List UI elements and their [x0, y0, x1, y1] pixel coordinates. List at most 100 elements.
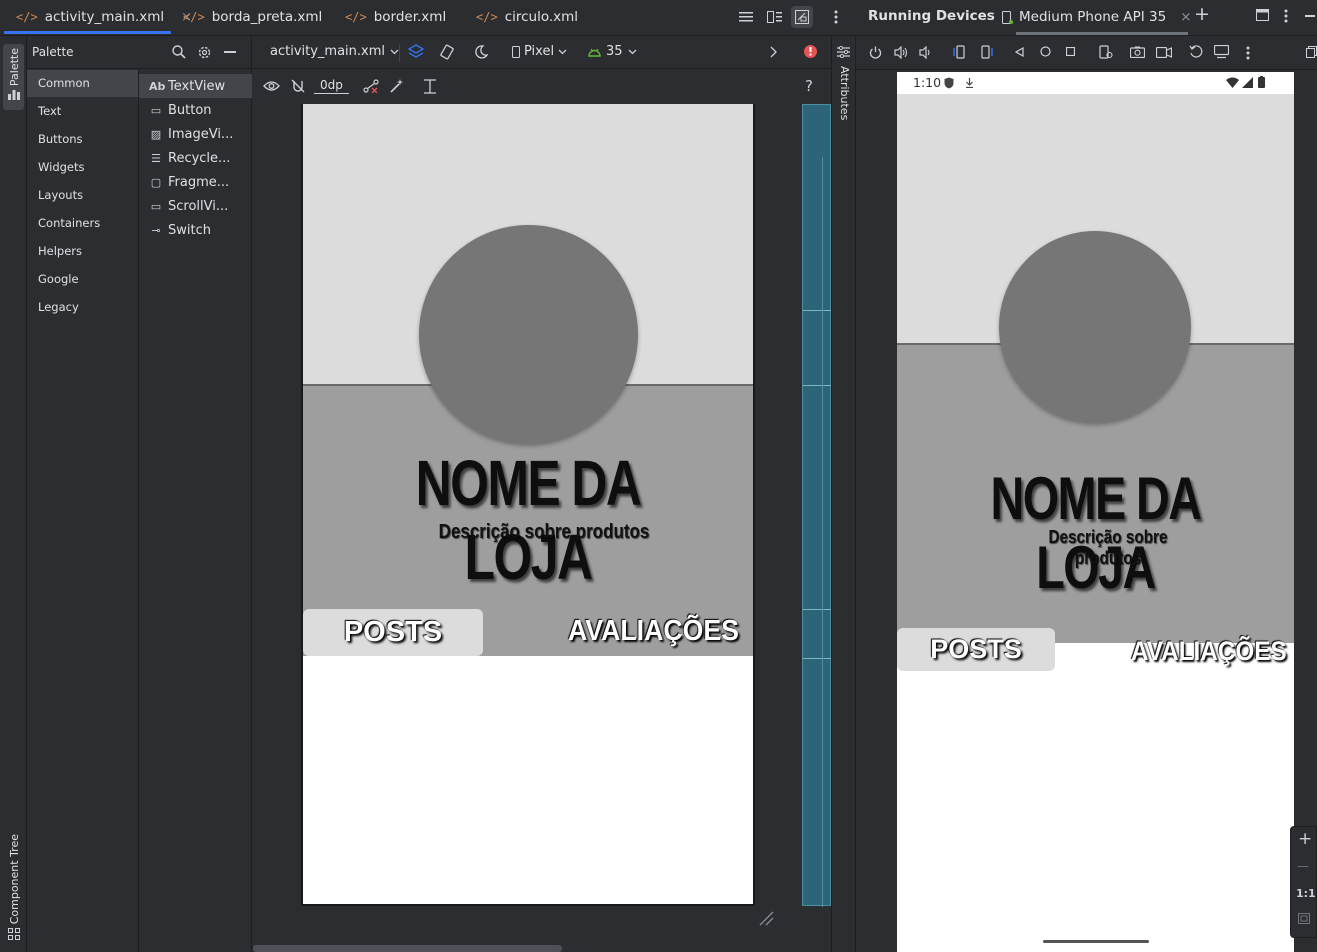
infer-constraints-icon[interactable]	[389, 78, 405, 94]
orientation-icon[interactable]	[439, 44, 455, 60]
design-secondary-toolbar: 0dp ?	[253, 70, 831, 104]
attributes-icon	[837, 46, 850, 58]
add-device-icon[interactable]: +	[1194, 3, 1210, 25]
widget-recyclerview[interactable]: ☰ Recycle...	[139, 146, 252, 170]
back-icon[interactable]	[1015, 47, 1024, 57]
category-layouts[interactable]: Layouts	[27, 182, 138, 209]
profile-circle[interactable]	[419, 225, 638, 444]
tab-label: activity_main.xml	[44, 9, 165, 25]
widget-fragment[interactable]: ▢ Fragme...	[139, 170, 252, 194]
store-description[interactable]: Descrição sobre produtos	[433, 521, 656, 544]
magnet-off-icon[interactable]	[291, 79, 305, 93]
category-containers[interactable]: Containers	[27, 210, 138, 237]
device-dropdown[interactable]: Pixel	[512, 44, 567, 59]
widget-label: TextView	[168, 78, 226, 94]
home-icon[interactable]	[1040, 46, 1051, 57]
store-name-title[interactable]: NOME DA LOJA	[353, 446, 704, 594]
code-view-icon[interactable]	[735, 6, 757, 28]
help-icon[interactable]: ?	[805, 77, 813, 95]
component-tree-side-label[interactable]: Component Tree	[8, 834, 21, 924]
palette-widgets: Ab TextView ▭ Button ▨ ImageVi... ☰ Recy…	[139, 70, 252, 952]
widget-button[interactable]: ▭ Button	[139, 98, 252, 122]
close-icon[interactable]: ×	[1180, 9, 1191, 25]
emulator-screen[interactable]: 1:10 NOME DA LOJA Descrição sobre produt…	[897, 72, 1294, 952]
blueprint-guide	[803, 658, 832, 659]
status-time: 1:10	[913, 75, 942, 90]
reviews-tab[interactable]: AVALIAÇÕES	[568, 615, 739, 648]
layers-icon[interactable]	[408, 44, 424, 60]
horizontal-scrollbar[interactable]	[253, 945, 562, 952]
zoom-in-icon[interactable]: +	[1298, 829, 1312, 849]
gear-icon[interactable]	[197, 45, 212, 60]
volume-up-icon[interactable]	[894, 46, 908, 59]
widget-scrollview[interactable]: ▭ ScrollVi...	[139, 194, 252, 218]
more-options-icon[interactable]	[825, 6, 847, 28]
layout-preview[interactable]: NOME DA LOJA Descrição sobre produtos PO…	[301, 104, 755, 906]
gesture-bar[interactable]	[1043, 940, 1149, 943]
chevron-right-icon[interactable]	[770, 46, 777, 58]
eye-icon[interactable]	[263, 80, 280, 92]
widget-textview[interactable]: Ab TextView	[139, 74, 252, 98]
attributes-side-label[interactable]: Attributes	[838, 66, 851, 120]
category-helpers[interactable]: Helpers	[27, 238, 138, 265]
blueprint-preview[interactable]	[802, 104, 832, 907]
search-icon[interactable]	[172, 45, 186, 59]
category-common[interactable]: Common	[27, 70, 138, 97]
zoom-fit-icon[interactable]	[1298, 913, 1310, 924]
palette-side-label[interactable]: Palette	[8, 48, 21, 86]
tab-border[interactable]: </> border.xml	[345, 0, 446, 34]
more-options-icon[interactable]	[1284, 9, 1288, 23]
device-tab[interactable]: Medium Phone API 35 ×	[1002, 0, 1192, 34]
shield-icon	[944, 77, 954, 89]
snapshot-icon[interactable]	[1189, 45, 1203, 59]
night-mode-icon[interactable]	[473, 44, 489, 60]
minimize-icon[interactable]	[224, 51, 236, 53]
power-icon[interactable]	[869, 46, 882, 59]
split-view-icon[interactable]	[763, 6, 785, 28]
more-options-icon[interactable]	[1246, 46, 1250, 60]
posts-tab[interactable]: POSTS	[897, 628, 1055, 671]
rotate-left-icon[interactable]	[953, 45, 967, 59]
api-level-dropdown[interactable]: 35	[588, 44, 637, 59]
store-description[interactable]: Descrição sobre produtos	[1014, 527, 1203, 569]
running-device-area: 1:10 NOME DA LOJA Descrição sobre produt…	[856, 70, 1317, 952]
blueprint-guide	[803, 385, 832, 386]
tab-label: borda_preta.xml	[211, 9, 323, 25]
widget-label: Fragme...	[168, 174, 230, 190]
category-text[interactable]: Text	[27, 98, 138, 125]
category-legacy[interactable]: Legacy	[27, 294, 138, 321]
category-buttons[interactable]: Buttons	[27, 126, 138, 153]
volume-down-icon[interactable]	[919, 46, 932, 59]
guidelines-icon[interactable]	[423, 79, 437, 94]
tab-borda-preta[interactable]: </> borda_preta.xml	[183, 0, 322, 34]
category-google[interactable]: Google	[27, 266, 138, 293]
default-margin-field[interactable]: 0dp	[314, 78, 349, 94]
profile-circle[interactable]	[999, 231, 1191, 423]
zoom-out-icon[interactable]: —	[1297, 859, 1309, 873]
widget-imageview[interactable]: ▨ ImageVi...	[139, 122, 252, 146]
window-icon[interactable]	[1306, 46, 1317, 58]
xml-file-icon: </>	[183, 10, 205, 24]
widget-switch[interactable]: ⊸ Switch	[139, 218, 252, 242]
reviews-tab[interactable]: AVALIAÇÕES	[1131, 636, 1287, 667]
tab-activity-main[interactable]: </> activity_main.xml ×	[16, 0, 192, 34]
design-canvas[interactable]: NOME DA LOJA Descrição sobre produtos PO…	[253, 104, 832, 952]
rotate-right-icon[interactable]	[979, 45, 993, 59]
resize-handle-icon[interactable]	[758, 910, 774, 926]
download-icon	[965, 78, 974, 88]
window-layout-icon[interactable]	[1256, 9, 1269, 21]
zoom-actual-size[interactable]: 1:1	[1296, 887, 1316, 900]
camera-icon[interactable]	[1130, 46, 1145, 58]
clear-constraints-icon[interactable]	[363, 79, 379, 93]
extended-controls-icon[interactable]	[1214, 45, 1229, 59]
layout-file-dropdown[interactable]: activity_main.xml	[270, 44, 399, 59]
error-icon[interactable]	[804, 45, 817, 58]
minimize-icon[interactable]	[1305, 15, 1315, 17]
design-view-icon[interactable]	[791, 6, 813, 28]
screen-record-icon[interactable]	[1156, 47, 1172, 58]
device-settings-icon[interactable]	[1099, 45, 1113, 59]
category-widgets[interactable]: Widgets	[27, 154, 138, 181]
posts-tab[interactable]: POSTS	[303, 609, 483, 656]
overview-icon[interactable]	[1066, 47, 1075, 56]
tab-circulo[interactable]: </> circulo.xml	[476, 0, 578, 34]
